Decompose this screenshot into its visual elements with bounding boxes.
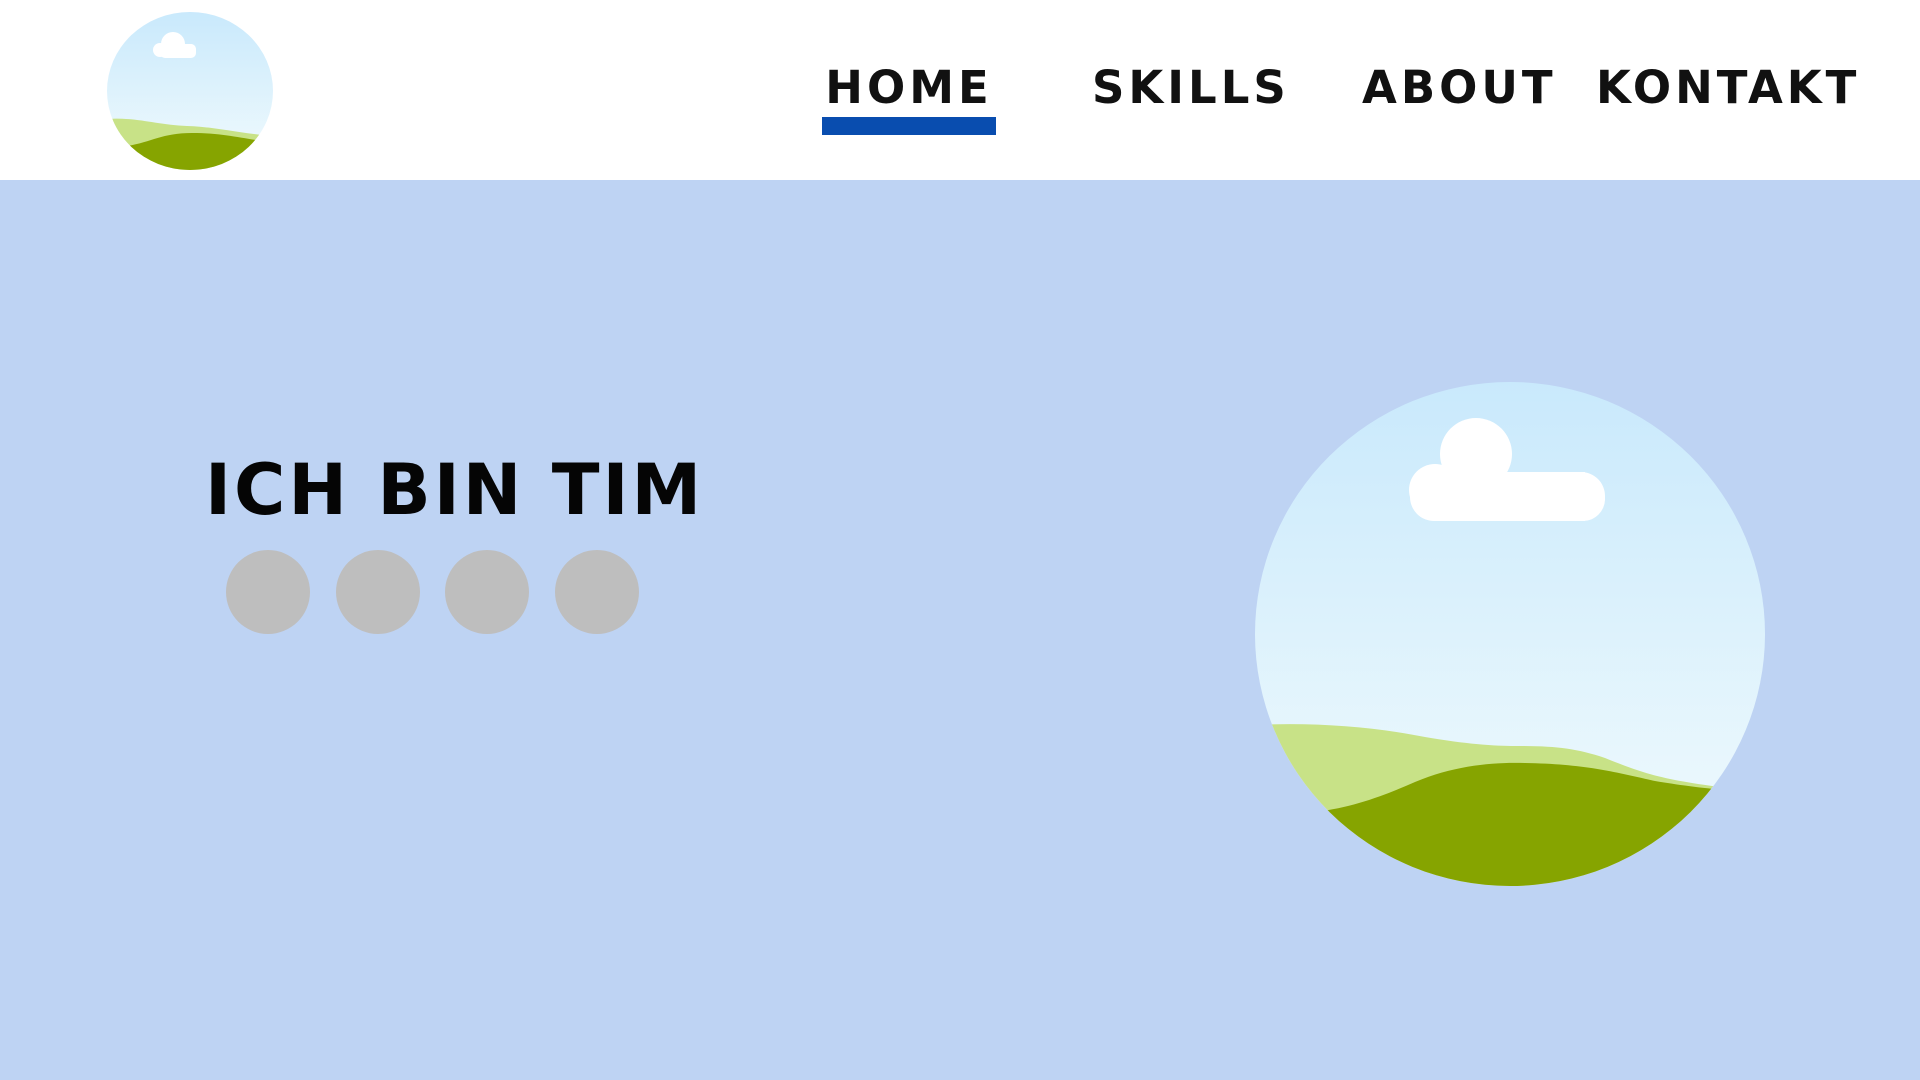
nav-active-indicator <box>822 117 996 135</box>
site-header: HOME SKILLS ABOUT KONTAKT <box>0 0 1920 180</box>
placeholder-circle-icon[interactable] <box>226 550 310 634</box>
nav-item-about[interactable]: ABOUT <box>1362 58 1553 118</box>
social-links <box>226 550 646 634</box>
hero-section: ICH BIN TIM <box>0 180 1920 1080</box>
nav-item-home[interactable]: HOME <box>822 58 996 118</box>
nav-item-kontakt[interactable]: KONTAKT <box>1596 58 1856 118</box>
landscape-image-icon <box>1255 382 1765 886</box>
hero-image <box>1255 382 1765 886</box>
placeholder-circle-icon[interactable] <box>336 550 420 634</box>
placeholder-circle-icon[interactable] <box>445 550 529 634</box>
placeholder-circle-icon[interactable] <box>555 550 639 634</box>
main-nav: HOME SKILLS ABOUT KONTAKT <box>0 0 1920 180</box>
hero-title: ICH BIN TIM <box>205 449 705 531</box>
nav-item-skills[interactable]: SKILLS <box>1092 58 1286 118</box>
